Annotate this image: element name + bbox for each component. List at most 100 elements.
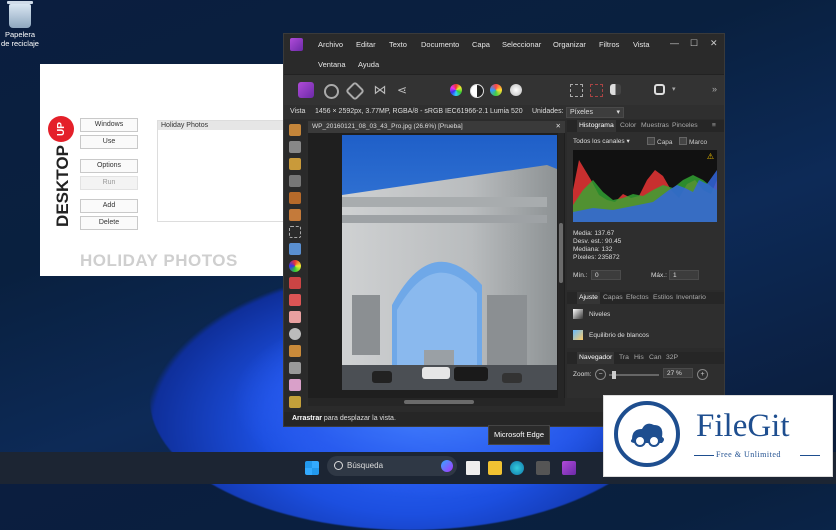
menu-ventana[interactable]: Ventana bbox=[318, 60, 346, 69]
tab-navegador[interactable]: Navegador bbox=[577, 352, 615, 364]
blur-brush-tool-icon[interactable] bbox=[289, 362, 301, 374]
tab-muestras[interactable]: Muestras bbox=[641, 120, 669, 132]
tab-ajuste[interactable]: Ajuste bbox=[577, 292, 600, 304]
recycle-bin-icon bbox=[7, 1, 33, 28]
auto-colors-icon[interactable] bbox=[490, 84, 502, 96]
zoom-out-button[interactable]: − bbox=[595, 369, 606, 380]
menu-archivo[interactable]: Archivo bbox=[318, 40, 343, 49]
view-tool-icon[interactable] bbox=[289, 124, 301, 136]
pen-tool-icon[interactable] bbox=[289, 396, 301, 408]
liquify-persona-icon[interactable] bbox=[324, 84, 339, 99]
clone-tool-icon[interactable] bbox=[289, 345, 301, 357]
minimize-button[interactable]: — bbox=[670, 38, 679, 48]
healing-brush-tool-icon[interactable] bbox=[289, 379, 301, 391]
units-dropdown-value: Píxeles bbox=[570, 109, 593, 116]
tab-pinceles[interactable]: Pinceles bbox=[672, 120, 698, 132]
quick-mask-icon[interactable] bbox=[654, 84, 665, 95]
tab-color[interactable]: Color bbox=[620, 120, 636, 132]
list-item[interactable]: Holiday Photos bbox=[158, 121, 286, 130]
dodge-tool-icon[interactable] bbox=[289, 328, 301, 340]
selection-icon[interactable] bbox=[570, 84, 583, 97]
paint-brush-tool-icon[interactable] bbox=[289, 277, 301, 289]
zoom-in-button[interactable]: + bbox=[697, 369, 708, 380]
menu-seleccionar[interactable]: Seleccionar bbox=[502, 40, 541, 49]
auto-levels-icon[interactable] bbox=[450, 84, 462, 96]
collection-list[interactable]: Holiday Photos bbox=[157, 120, 287, 222]
menu-texto[interactable]: Texto bbox=[389, 40, 407, 49]
tab-32p[interactable]: 32P bbox=[666, 352, 678, 364]
menu-filtros[interactable]: Filtros bbox=[599, 40, 619, 49]
tab-histograma[interactable]: Histograma bbox=[577, 120, 616, 132]
adjustment-levels[interactable]: Niveles bbox=[573, 309, 610, 319]
file-explorer-icon[interactable] bbox=[488, 461, 502, 475]
min-field[interactable]: 0 bbox=[591, 270, 621, 280]
menu-ayuda[interactable]: Ayuda bbox=[358, 60, 379, 69]
marquee-tool-icon[interactable] bbox=[289, 226, 301, 238]
selection-brush-tool-icon[interactable] bbox=[289, 192, 301, 204]
store-icon[interactable] bbox=[536, 461, 550, 475]
overflow-chevron-icon[interactable]: » bbox=[712, 84, 717, 94]
color-replacement-tool-icon[interactable] bbox=[289, 294, 301, 306]
tab-efectos[interactable]: Efectos bbox=[626, 292, 649, 304]
recycle-bin-label: Papelera de reciclaje bbox=[1, 30, 39, 48]
maximize-button[interactable]: ☐ bbox=[690, 38, 698, 49]
channel-dropdown[interactable]: Todos los canales ▾ bbox=[573, 137, 630, 145]
recycle-bin[interactable]: Papelera de reciclaje bbox=[0, 1, 40, 48]
frame-checkbox[interactable]: Marco bbox=[679, 137, 707, 146]
menu-organizar[interactable]: Organizar bbox=[553, 40, 586, 49]
scroll-thumb[interactable] bbox=[559, 223, 563, 283]
flood-select-tool-icon[interactable] bbox=[289, 209, 301, 221]
export-persona-icon[interactable]: ⋖ bbox=[394, 82, 410, 98]
menu-capa[interactable]: Capa bbox=[472, 40, 490, 49]
adjustment-white-balance[interactable]: Equilibrio de blancos bbox=[573, 330, 649, 340]
windows-button[interactable]: Windows bbox=[80, 118, 138, 132]
units-dropdown[interactable]: Píxeles ▾ bbox=[566, 107, 624, 118]
menu-vista[interactable]: Vista bbox=[633, 40, 650, 49]
run-button[interactable]: Run bbox=[80, 176, 138, 190]
task-view-icon[interactable] bbox=[466, 461, 480, 475]
tab-transform[interactable]: Tra bbox=[619, 352, 629, 364]
auto-white-balance-icon[interactable] bbox=[510, 84, 522, 96]
options-button[interactable]: Options bbox=[80, 159, 138, 173]
flood-fill-tool-icon[interactable] bbox=[289, 243, 301, 255]
tab-capas[interactable]: Capas bbox=[603, 292, 623, 304]
delete-button[interactable]: Delete bbox=[80, 216, 138, 230]
close-button[interactable]: ✕ bbox=[710, 38, 718, 49]
close-icon[interactable]: ✕ bbox=[556, 121, 561, 133]
photo-persona-icon[interactable] bbox=[298, 82, 314, 98]
add-button[interactable]: Add bbox=[80, 199, 138, 213]
zoom-field[interactable]: 27 % bbox=[663, 368, 693, 378]
scroll-thumb[interactable] bbox=[404, 400, 474, 404]
vertical-scrollbar[interactable] bbox=[558, 133, 564, 398]
tab-estilos[interactable]: Estilos bbox=[653, 292, 673, 304]
crop-tool-icon[interactable] bbox=[289, 175, 301, 187]
edge-icon[interactable] bbox=[510, 461, 524, 475]
max-field[interactable]: 1 bbox=[669, 270, 699, 280]
gradient-tool-icon[interactable] bbox=[289, 260, 301, 272]
taskbar-search[interactable]: Búsqueda bbox=[327, 456, 457, 476]
erase-brush-tool-icon[interactable] bbox=[289, 311, 301, 323]
tab-history[interactable]: His bbox=[634, 352, 644, 364]
menu-documento[interactable]: Documento bbox=[421, 40, 459, 49]
canvas[interactable] bbox=[308, 133, 565, 398]
panel-menu-icon[interactable]: ≡ bbox=[712, 120, 716, 132]
color-picker-tool-icon[interactable] bbox=[289, 158, 301, 170]
tab-inventario[interactable]: Inventario bbox=[676, 292, 706, 304]
start-icon[interactable] bbox=[305, 461, 319, 475]
affinity-photo-taskbar-icon[interactable] bbox=[562, 461, 576, 475]
menu-editar[interactable]: Editar bbox=[356, 40, 376, 49]
tab-channels[interactable]: Can bbox=[649, 352, 661, 364]
deselect-icon[interactable] bbox=[590, 84, 603, 97]
move-tool-icon[interactable] bbox=[289, 141, 301, 153]
document-tab[interactable]: WP_20160121_08_03_43_Pro.jpg (26.6%) [Pr… bbox=[308, 121, 565, 133]
horizontal-scrollbar[interactable] bbox=[308, 398, 565, 406]
zoom-slider[interactable] bbox=[609, 371, 659, 379]
auto-contrast-icon[interactable] bbox=[470, 84, 484, 98]
use-button[interactable]: Use bbox=[80, 135, 138, 149]
zoom-slider-thumb[interactable] bbox=[612, 371, 616, 379]
develop-persona-icon[interactable] bbox=[345, 81, 365, 101]
layer-checkbox[interactable]: Capa bbox=[647, 137, 673, 146]
invert-selection-icon[interactable] bbox=[610, 84, 621, 95]
chevron-down-icon[interactable]: ▾ bbox=[672, 85, 676, 93]
tone-mapping-persona-icon[interactable]: ⋈ bbox=[372, 82, 388, 98]
